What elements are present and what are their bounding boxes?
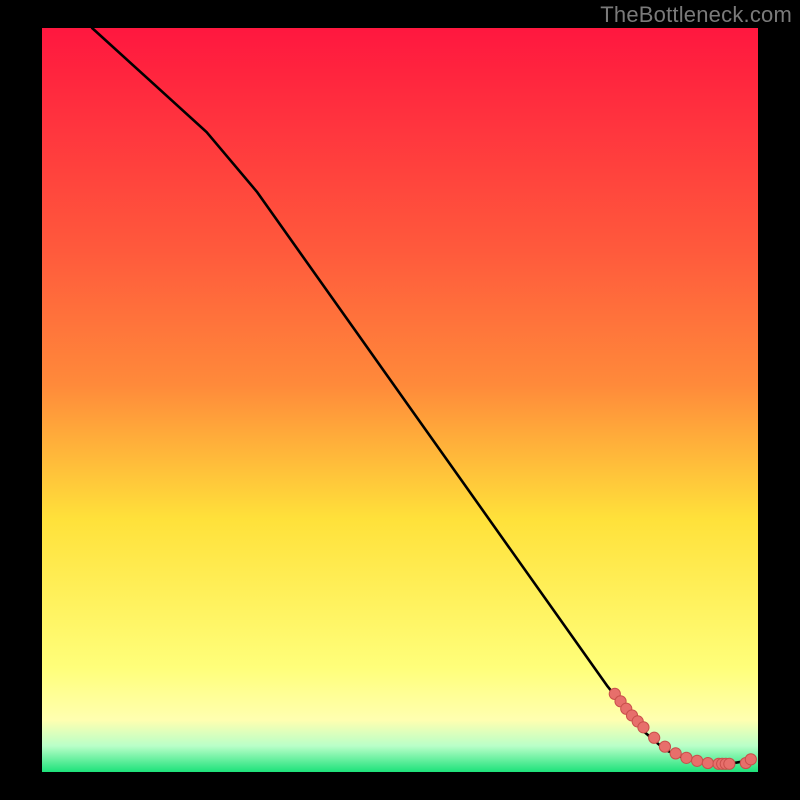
data-point [638, 722, 649, 733]
data-point [745, 754, 756, 765]
data-point [670, 748, 681, 759]
chart-frame: TheBottleneck.com [0, 0, 800, 800]
data-point [681, 752, 692, 763]
plot-area [42, 28, 758, 772]
data-point [692, 755, 703, 766]
data-point [649, 732, 660, 743]
data-point [659, 741, 670, 752]
watermark-text: TheBottleneck.com [600, 2, 792, 28]
chart-svg [42, 28, 758, 772]
data-point [702, 757, 713, 768]
gradient-background [42, 28, 758, 772]
data-point [724, 758, 735, 769]
